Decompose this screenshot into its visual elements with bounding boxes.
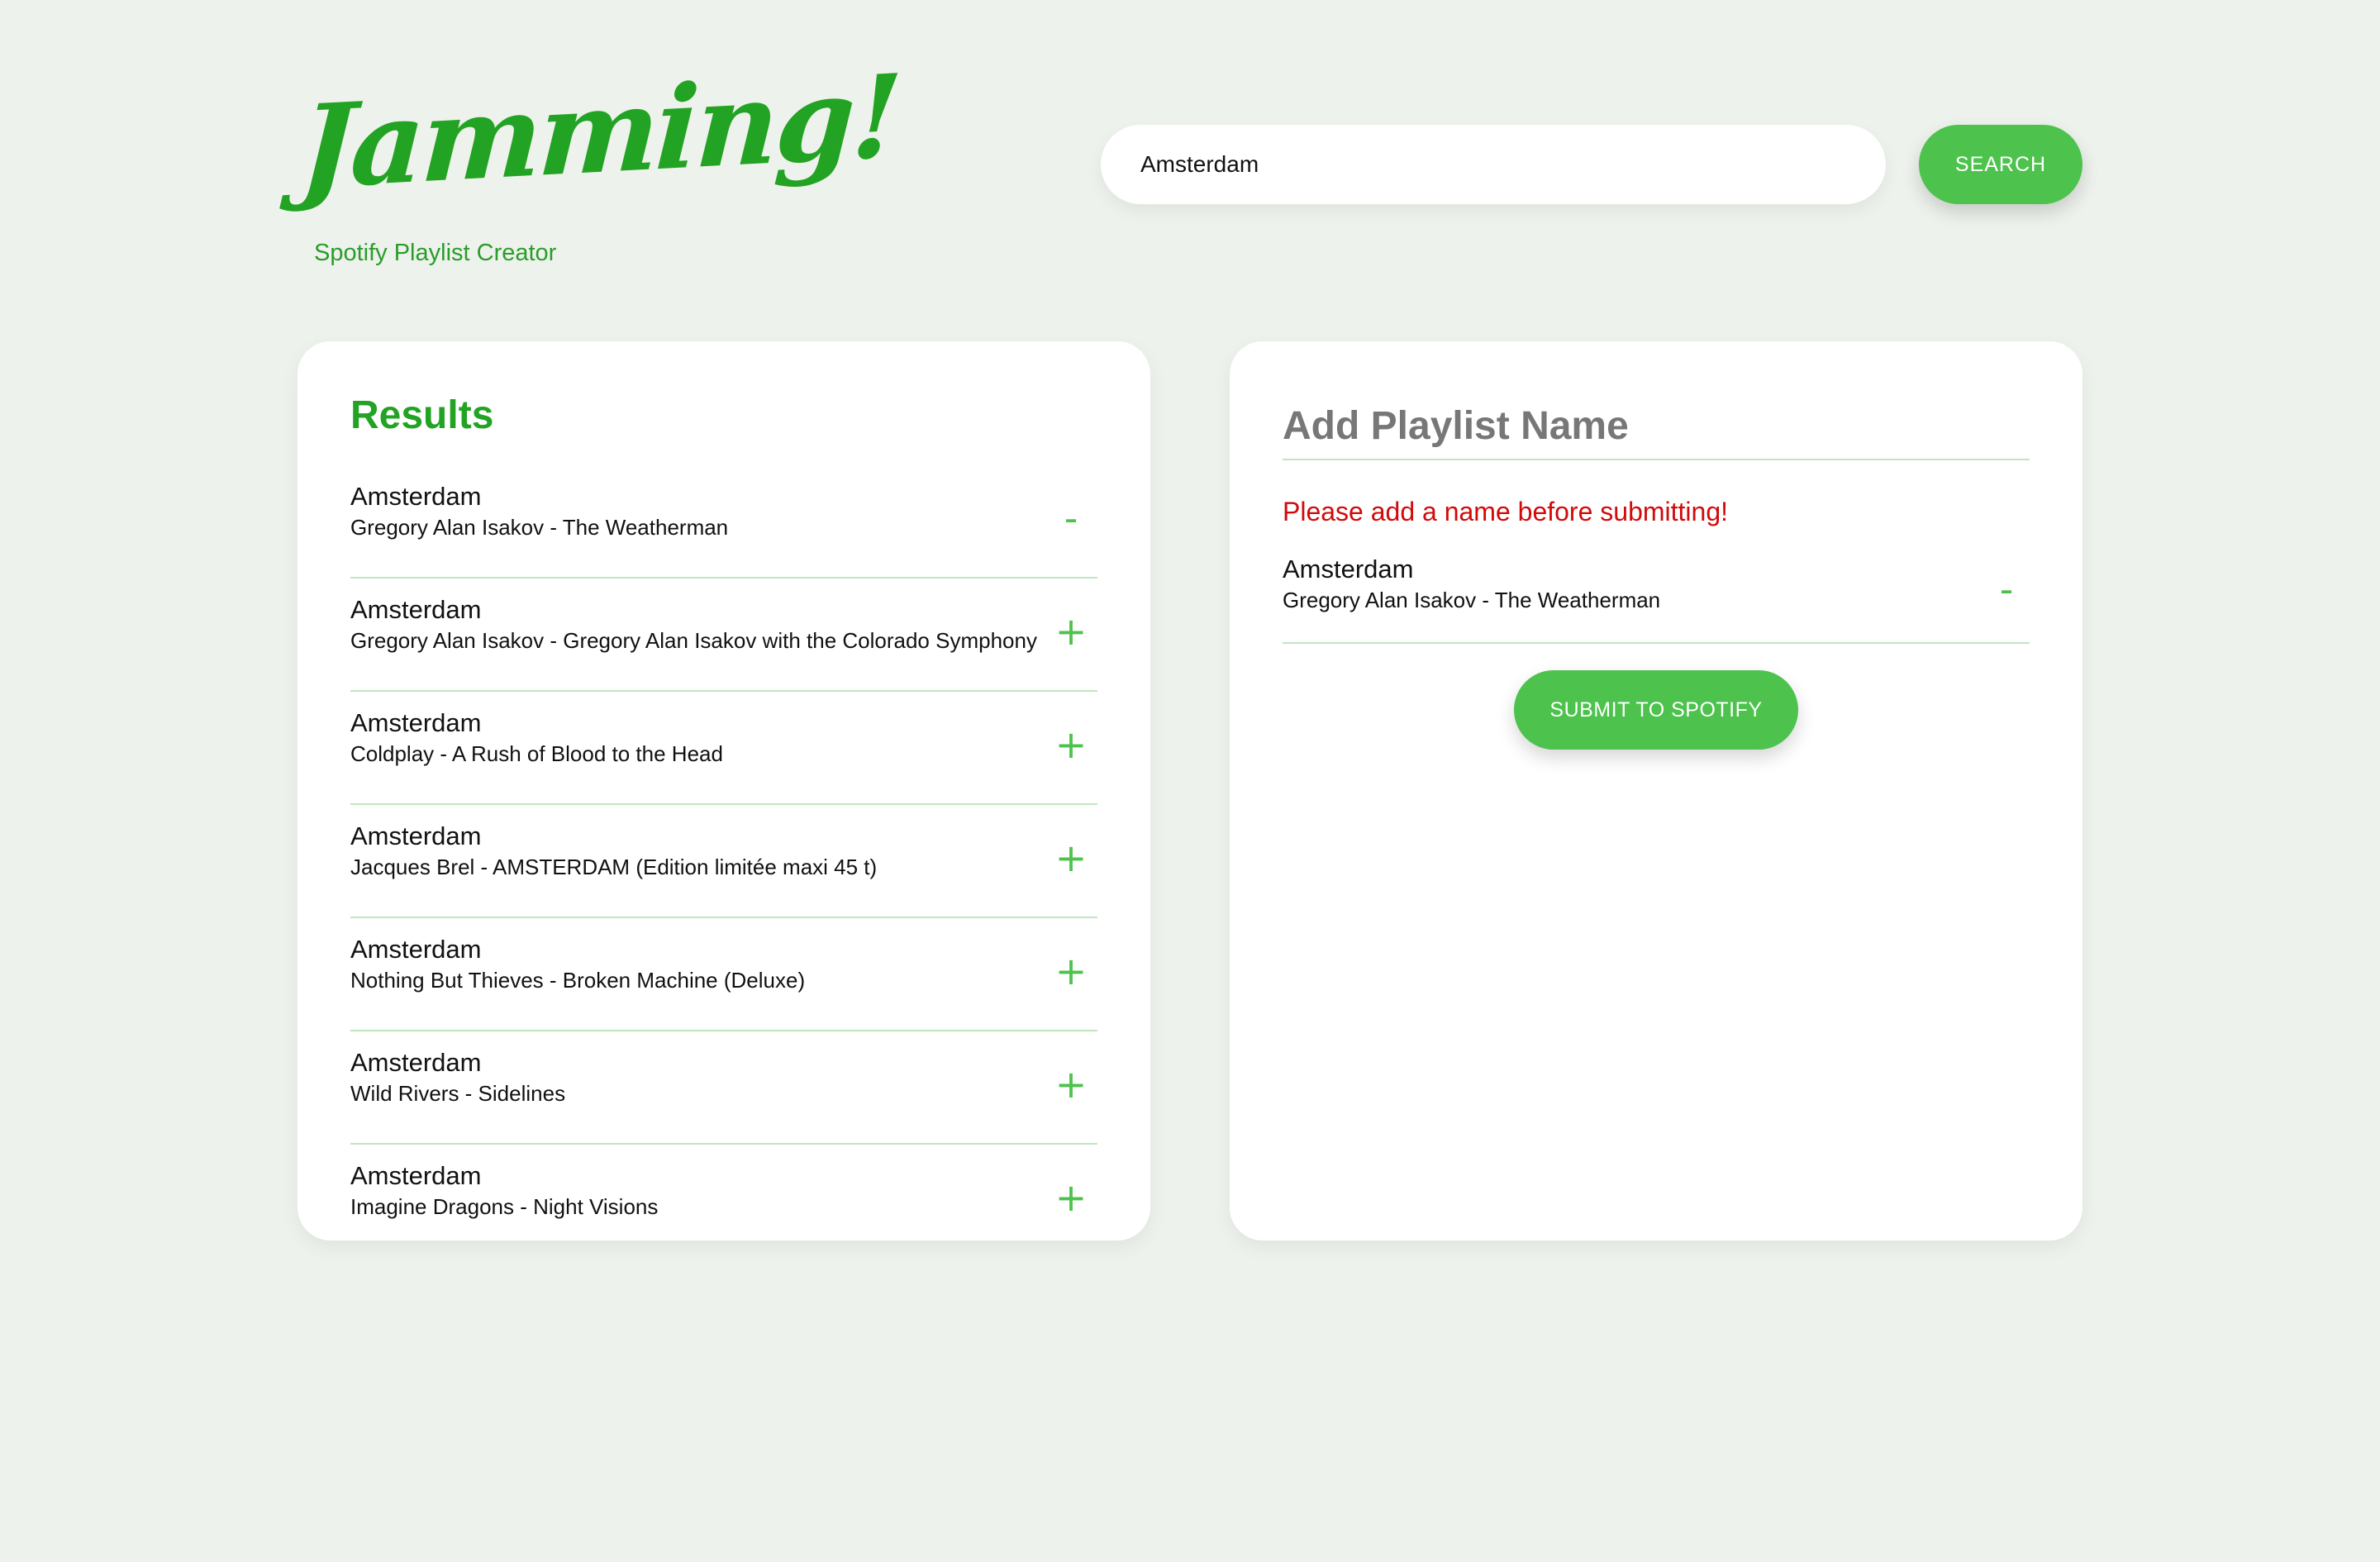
error-message: Please add a name before submitting! xyxy=(1283,497,1728,526)
track-title: Amsterdam xyxy=(350,708,482,737)
track-title: Amsterdam xyxy=(1283,555,1414,583)
track-artist-album: Gregory Alan Isakov - Gregory Alan Isako… xyxy=(350,628,1037,653)
track-artist-album: Gregory Alan Isakov - The Weatherman xyxy=(350,515,729,540)
track-title: Amsterdam xyxy=(350,821,482,850)
results-title: Results xyxy=(350,393,494,437)
add-track-button[interactable]: + xyxy=(1051,607,1091,656)
remove-track-button[interactable]: - xyxy=(1987,564,2026,614)
track-artist-album: Nothing But Thieves - Broken Machine (De… xyxy=(350,968,806,993)
playlist-track-list: Amsterdam Gregory Alan Isakov - The Weat… xyxy=(1283,555,2030,644)
search-button[interactable]: SEARCH xyxy=(1919,125,2082,204)
track-row: Amsterdam Gregory Alan Isakov - The Weat… xyxy=(350,465,1097,579)
track-artist-album: Wild Rivers - Sidelines xyxy=(350,1081,566,1106)
search-bar: SEARCH xyxy=(1101,125,2082,204)
app-tagline: Spotify Playlist Creator xyxy=(314,240,557,266)
add-track-button[interactable]: + xyxy=(1051,1060,1091,1109)
track-row: Amsterdam Imagine Dragons - Night Vision… xyxy=(350,1145,1097,1241)
app-logo: Jamming! xyxy=(297,48,902,216)
track-title: Amsterdam xyxy=(350,482,482,511)
app-root: Jamming! Spotify Playlist Creator SEARCH… xyxy=(0,0,2380,1562)
track-artist-album: Imagine Dragons - Night Visions xyxy=(350,1194,659,1219)
track-row: Amsterdam Coldplay - A Rush of Blood to … xyxy=(350,692,1097,805)
track-row: Amsterdam Wild Rivers - Sidelines + xyxy=(350,1031,1097,1145)
track-artist-album: Jacques Brel - AMSTERDAM (Edition limité… xyxy=(350,855,878,879)
playlist-name-input[interactable] xyxy=(1283,393,2030,460)
add-track-button[interactable]: + xyxy=(1051,946,1091,996)
brand: Jamming! Spotify Playlist Creator xyxy=(297,48,902,267)
remove-track-button[interactable]: - xyxy=(1051,493,1091,543)
results-panel: Results Amsterdam Gregory Alan Isakov - … xyxy=(298,341,1150,1241)
add-track-button[interactable]: + xyxy=(1051,1173,1091,1222)
track-row: Amsterdam Nothing But Thieves - Broken M… xyxy=(350,918,1097,1031)
add-track-button[interactable]: + xyxy=(1051,720,1091,769)
track-row: Amsterdam Gregory Alan Isakov - The Weat… xyxy=(1283,555,2030,644)
results-track-list: Amsterdam Gregory Alan Isakov - The Weat… xyxy=(350,465,1097,1241)
track-title: Amsterdam xyxy=(350,1161,482,1190)
track-row: Amsterdam Gregory Alan Isakov - Gregory … xyxy=(350,579,1097,692)
track-title: Amsterdam xyxy=(350,935,482,964)
track-title: Amsterdam xyxy=(350,595,482,624)
submit-to-spotify-button[interactable]: SUBMIT TO SPOTIFY xyxy=(1514,670,1798,750)
search-input[interactable] xyxy=(1101,125,1886,204)
track-title: Amsterdam xyxy=(350,1048,482,1077)
track-row: Amsterdam Jacques Brel - AMSTERDAM (Edit… xyxy=(350,805,1097,918)
track-artist-album: Coldplay - A Rush of Blood to the Head xyxy=(350,741,723,766)
playlist-panel: Please add a name before submitting! Ams… xyxy=(1230,341,2082,1241)
add-track-button[interactable]: + xyxy=(1051,833,1091,883)
track-artist-album: Gregory Alan Isakov - The Weatherman xyxy=(1283,588,1661,612)
